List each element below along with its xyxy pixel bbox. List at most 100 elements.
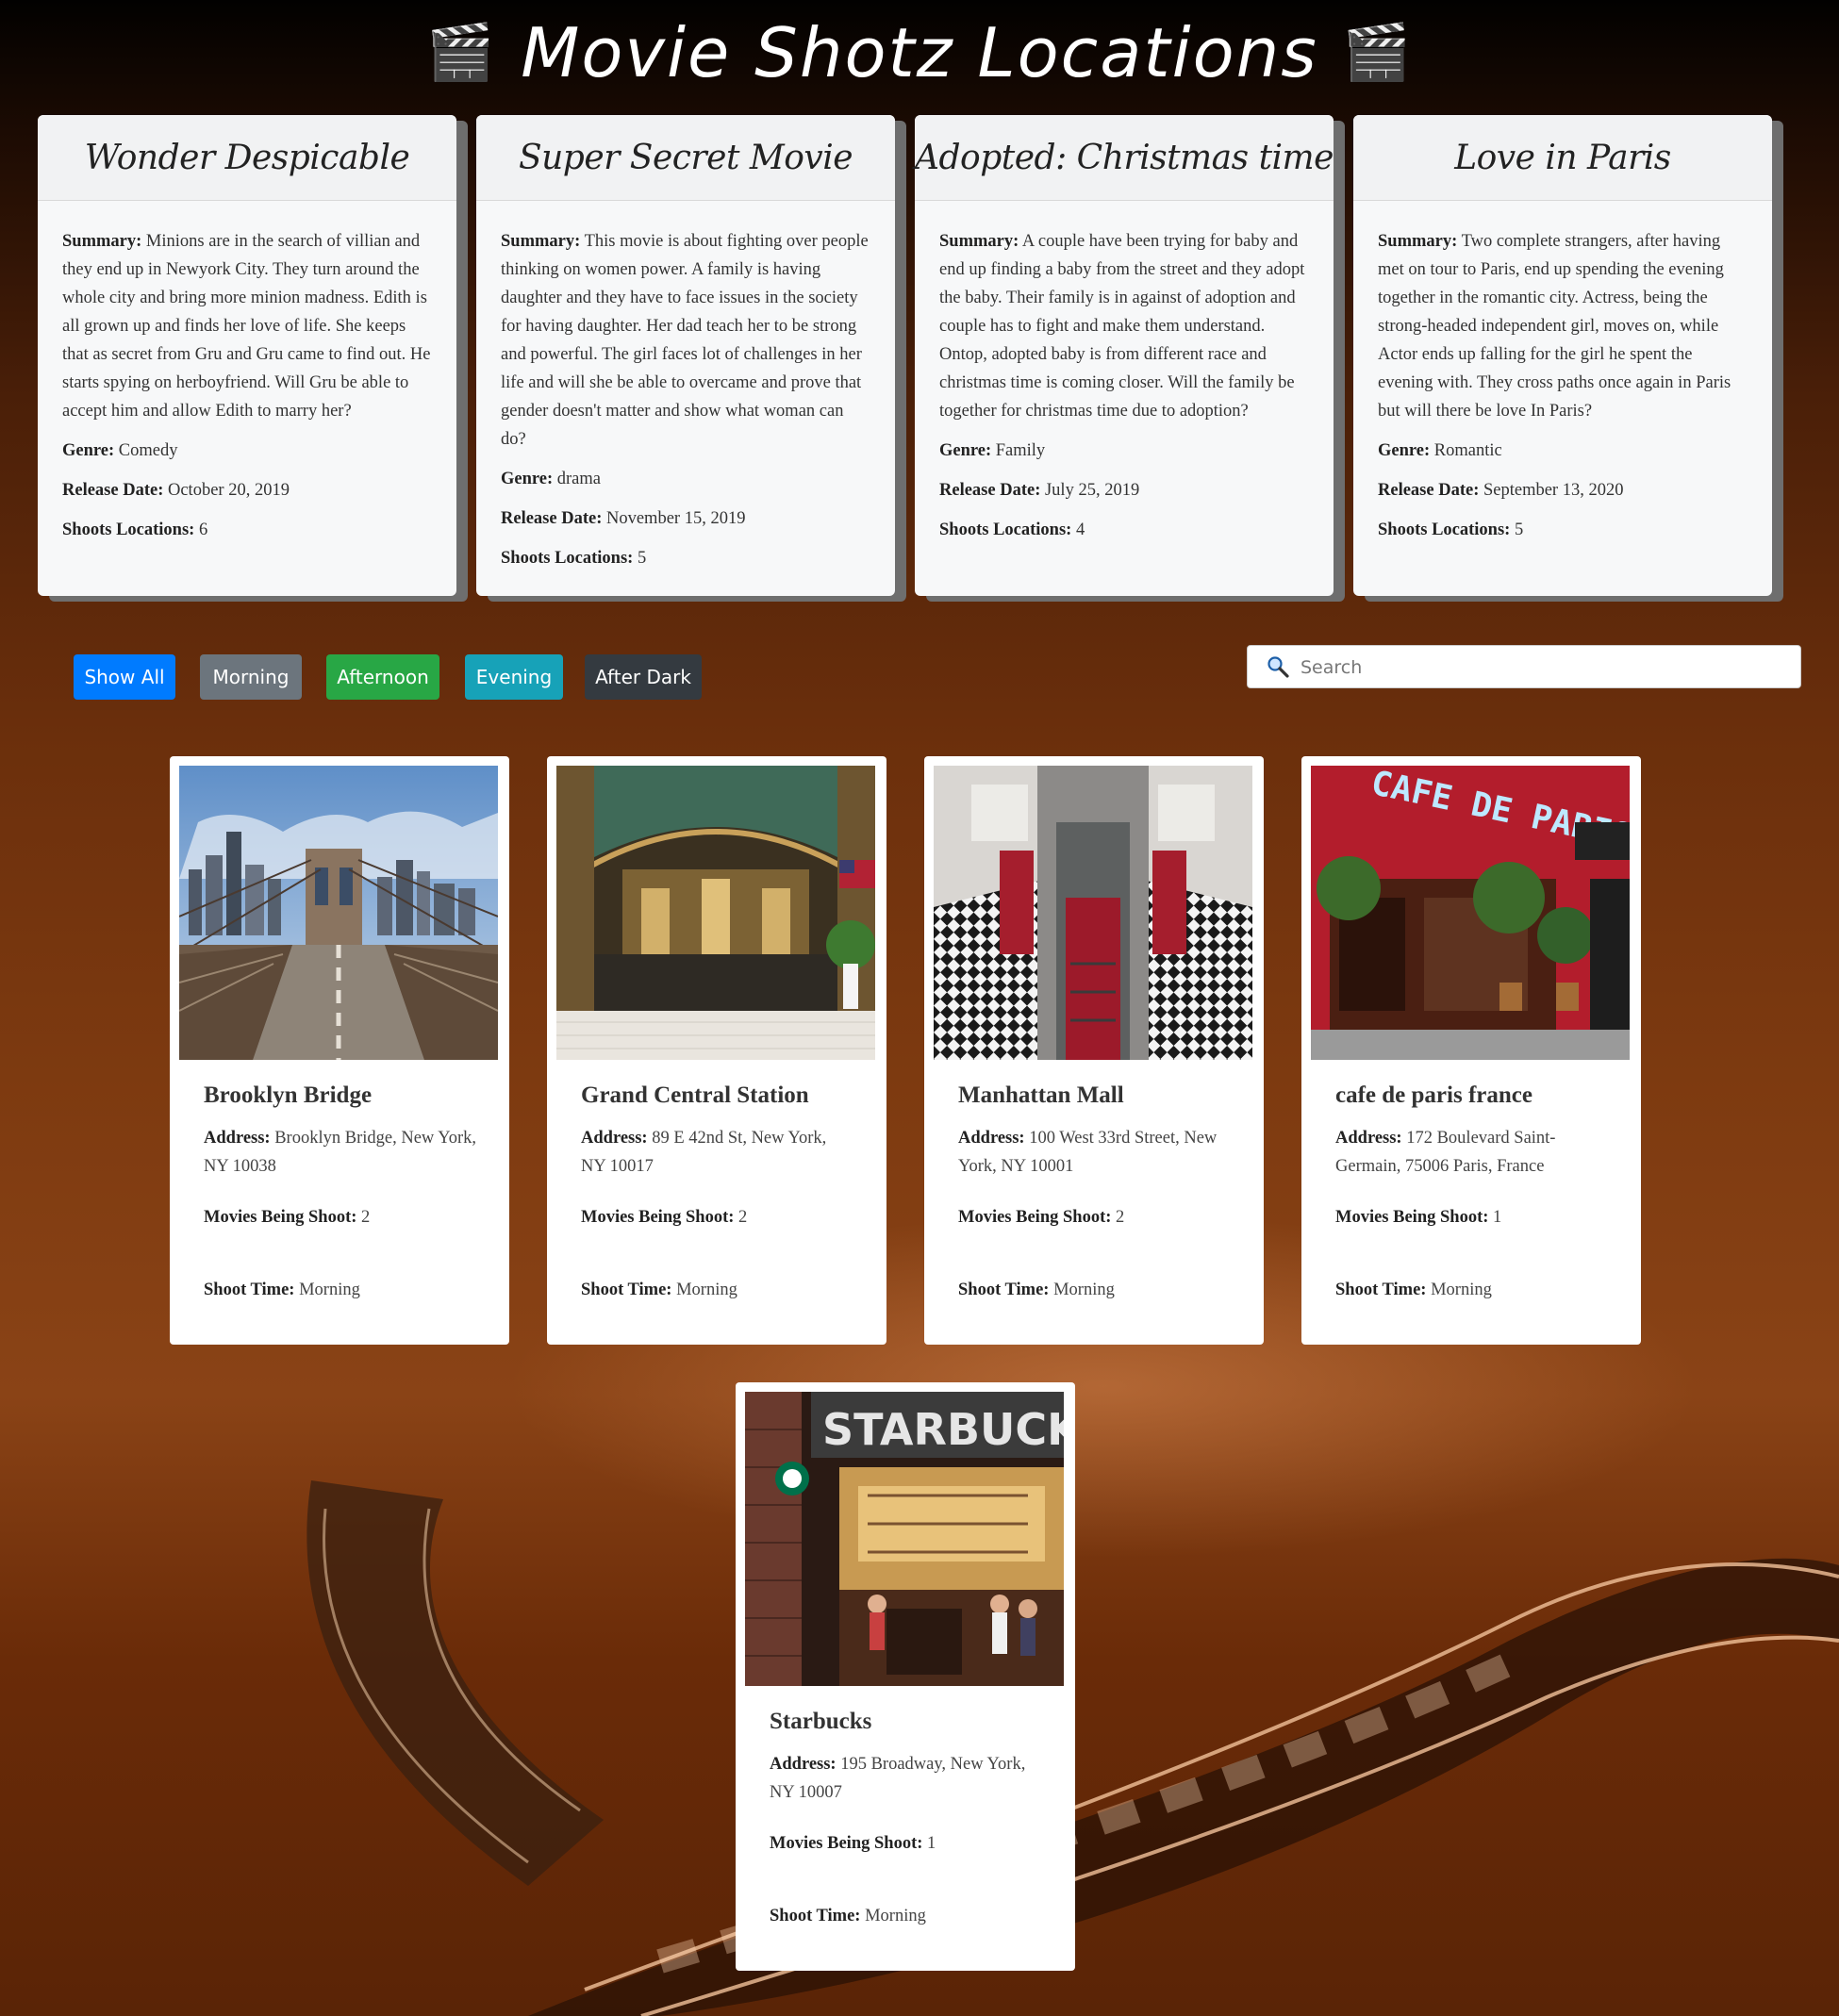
summary-label: Summary: xyxy=(1378,232,1458,251)
filter-after-dark-button[interactable]: After Dark xyxy=(585,654,702,700)
address-label: Address: xyxy=(1335,1129,1402,1148)
location-shoot-time: Shoot Time: Morning xyxy=(581,1276,854,1304)
release-label: Release Date: xyxy=(62,481,164,500)
location-name: Brooklyn Bridge xyxy=(204,1082,373,1108)
shoot-time-label: Shoot Time: xyxy=(1335,1281,1427,1299)
movies-label: Movies Being Shoot: xyxy=(581,1208,735,1227)
location-name: Grand Central Station xyxy=(581,1082,809,1108)
shoot-time-label: Shoot Time: xyxy=(770,1907,861,1925)
release-label: Release Date: xyxy=(501,509,603,528)
location-address: Address: Brooklyn Bridge, New York, NY 1… xyxy=(204,1124,477,1181)
movie-shoots-count: 5 xyxy=(1514,521,1524,539)
location-photo xyxy=(934,766,1252,1060)
movies-label: Movies Being Shoot: xyxy=(958,1208,1112,1227)
movie-title: Adopted: Christmas time xyxy=(915,115,1334,201)
location-shoot-time: Shoot Time: Morning xyxy=(204,1276,477,1304)
page-title: 🎬 Movie Shotz Locations 🎬 xyxy=(0,13,1839,92)
shoot-time-value: Morning xyxy=(676,1281,737,1299)
movie-card: Super Secret Movie Summary: This movie i… xyxy=(476,115,895,596)
movie-title: Super Secret Movie xyxy=(476,115,895,201)
movie-summary: Two complete strangers, after having met… xyxy=(1378,232,1731,421)
movie-summary: A couple have been trying for baby and e… xyxy=(939,232,1305,421)
movie-card: Adopted: Christmas time Summary: A coupl… xyxy=(915,115,1334,596)
starbucks-sign-text: STARBUCKS xyxy=(822,1404,1064,1455)
page-title-text: Movie Shotz Locations xyxy=(521,13,1318,92)
filter-show-all-button[interactable]: Show All xyxy=(74,654,175,700)
shoots-label: Shoots Locations: xyxy=(939,521,1072,539)
movie-shoots-count: 4 xyxy=(1075,521,1085,539)
shoot-time-label: Shoot Time: xyxy=(581,1281,672,1299)
genre-label: Genre: xyxy=(1378,441,1431,460)
location-card: CAFE DE PARIS cafe de paris france Addre… xyxy=(1301,756,1641,1345)
address-label: Address: xyxy=(770,1755,837,1774)
movies-label: Movies Being Shoot: xyxy=(204,1208,357,1227)
shoot-time-value: Morning xyxy=(1053,1281,1115,1299)
location-name: cafe de paris france xyxy=(1335,1082,1532,1108)
movies-value: 2 xyxy=(361,1208,371,1227)
summary-label: Summary: xyxy=(501,232,581,251)
clapperboard-icon: 🎬 xyxy=(425,20,497,84)
address-label: Address: xyxy=(581,1129,648,1148)
shoot-time-label: Shoot Time: xyxy=(204,1281,295,1299)
filter-evening-button[interactable]: Evening xyxy=(465,654,563,700)
location-address: Address: 100 West 33rd Street, New York,… xyxy=(958,1124,1232,1181)
location-movies: Movies Being Shoot: 2 xyxy=(204,1203,477,1231)
movies-value: 2 xyxy=(738,1208,748,1227)
location-movies: Movies Being Shoot: 1 xyxy=(1335,1203,1609,1231)
location-shoot-time: Shoot Time: Morning xyxy=(770,1902,1043,1930)
location-name: Manhattan Mall xyxy=(958,1082,1124,1108)
movies-label: Movies Being Shoot: xyxy=(770,1834,923,1853)
shoots-label: Shoots Locations: xyxy=(62,521,195,539)
location-shoot-time: Shoot Time: Morning xyxy=(958,1276,1232,1304)
search-input[interactable] xyxy=(1299,652,1774,684)
location-address: Address: 195 Broadway, New York, NY 1000… xyxy=(770,1750,1043,1807)
search-box xyxy=(1247,645,1801,688)
shoot-time-value: Morning xyxy=(299,1281,360,1299)
movie-release-date: November 15, 2019 xyxy=(605,509,746,528)
shoots-label: Shoots Locations: xyxy=(1378,521,1511,539)
location-photo xyxy=(556,766,875,1060)
movie-shoots-count: 6 xyxy=(198,521,208,539)
location-address: Address: 89 E 42nd St, New York, NY 1001… xyxy=(581,1124,854,1181)
clapperboard-icon: 🎬 xyxy=(1342,20,1413,84)
location-movies: Movies Being Shoot: 2 xyxy=(958,1203,1232,1231)
movie-cards: Wonder Despicable Summary: Minions are i… xyxy=(38,115,1801,605)
address-label: Address: xyxy=(204,1129,271,1148)
address-label: Address: xyxy=(958,1129,1025,1148)
movie-release-date: September 13, 2020 xyxy=(1483,481,1624,500)
movies-value: 1 xyxy=(1493,1208,1502,1227)
location-photo xyxy=(179,766,498,1060)
movie-title: Wonder Despicable xyxy=(38,115,456,201)
movie-shoots-count: 5 xyxy=(637,549,647,568)
filter-morning-button[interactable]: Morning xyxy=(200,654,302,700)
location-card: STARBUCKS Starbucks Address: 195 Broadwa… xyxy=(736,1382,1075,1971)
filter-afternoon-button[interactable]: Afternoon xyxy=(326,654,439,700)
genre-label: Genre: xyxy=(939,441,992,460)
search-icon xyxy=(1267,656,1289,678)
location-movies: Movies Being Shoot: 1 xyxy=(770,1829,1043,1858)
location-card: Manhattan Mall Address: 100 West 33rd St… xyxy=(924,756,1264,1345)
movie-release-date: July 25, 2019 xyxy=(1044,481,1140,500)
location-photo: STARBUCKS xyxy=(745,1392,1064,1686)
movies-value: 1 xyxy=(927,1834,936,1853)
shoot-time-value: Morning xyxy=(1431,1281,1492,1299)
release-label: Release Date: xyxy=(1378,481,1480,500)
summary-label: Summary: xyxy=(62,232,142,251)
movie-release-date: October 20, 2019 xyxy=(167,481,290,500)
movie-title: Love in Paris xyxy=(1353,115,1772,201)
location-card: Brooklyn Bridge Address: Brooklyn Bridge… xyxy=(170,756,509,1345)
movies-value: 2 xyxy=(1116,1208,1125,1227)
shoots-label: Shoots Locations: xyxy=(501,549,634,568)
shoot-time-label: Shoot Time: xyxy=(958,1281,1050,1299)
release-label: Release Date: xyxy=(939,481,1041,500)
movie-genre: Family xyxy=(995,441,1046,460)
location-card: Grand Central Station Address: 89 E 42nd… xyxy=(547,756,886,1345)
summary-label: Summary: xyxy=(939,232,1019,251)
genre-label: Genre: xyxy=(62,441,115,460)
movie-summary: This movie is about fighting over people… xyxy=(501,232,869,449)
movie-card: Wonder Despicable Summary: Minions are i… xyxy=(38,115,456,596)
movie-genre: Comedy xyxy=(118,441,178,460)
movie-genre: Romantic xyxy=(1433,441,1502,460)
shoot-time-value: Morning xyxy=(865,1907,926,1925)
movie-card: Love in Paris Summary: Two complete stra… xyxy=(1353,115,1772,596)
